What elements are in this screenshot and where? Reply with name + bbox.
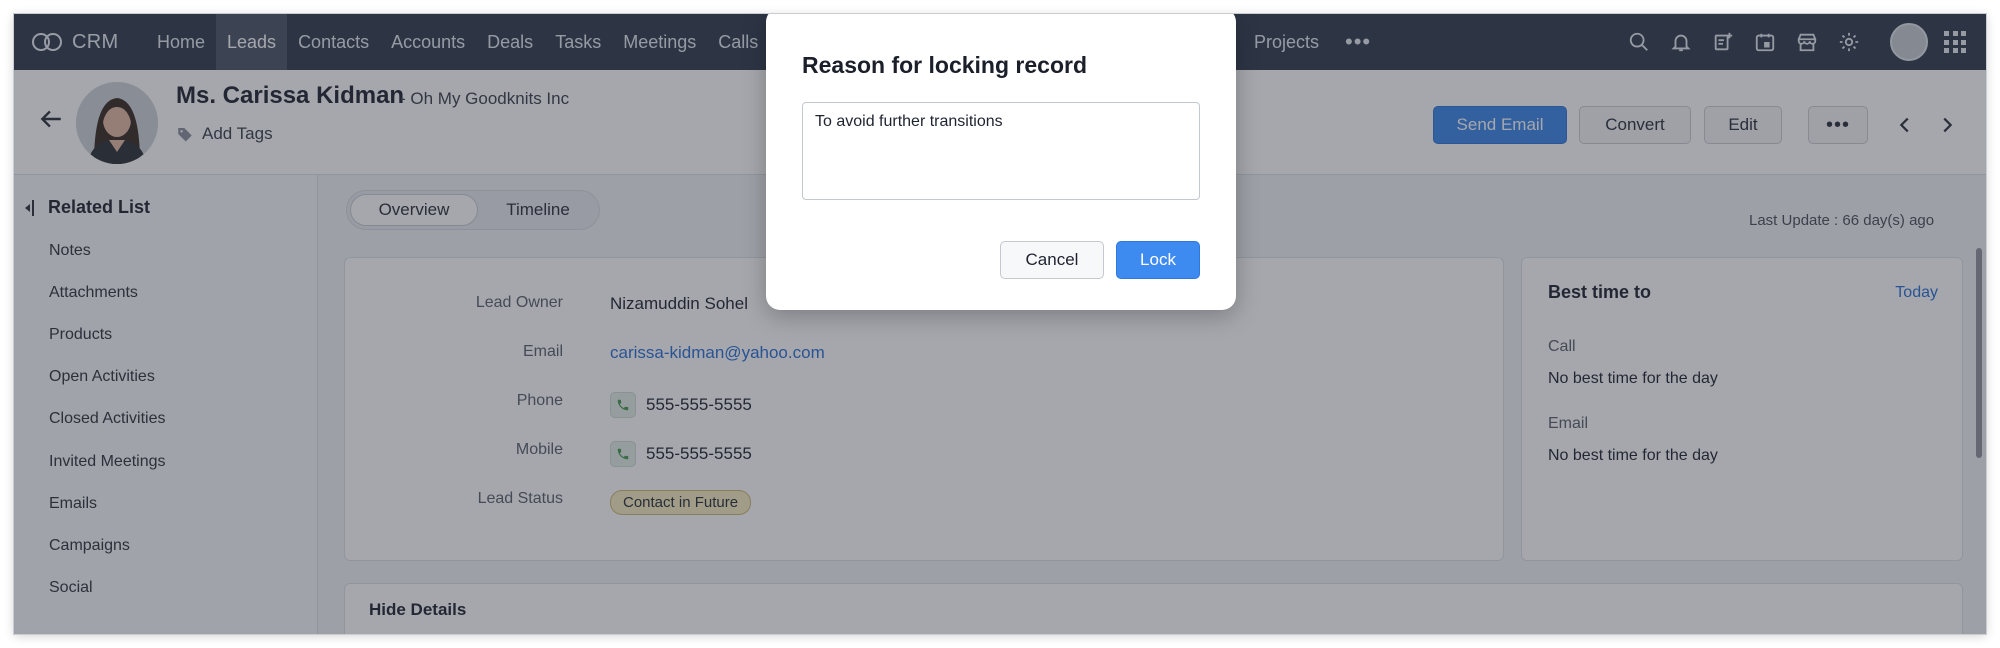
crm-window: CRM Home Leads Contacts Accounts Deals T…: [14, 14, 1986, 634]
lock-button[interactable]: Lock: [1116, 241, 1200, 279]
dialog-title: Reason for locking record: [802, 52, 1088, 78]
lock-reason-textarea[interactable]: To avoid further transitions: [802, 102, 1200, 200]
cancel-button[interactable]: Cancel: [1000, 241, 1104, 279]
lock-record-dialog: Reason for locking record To avoid furth…: [766, 14, 1236, 310]
